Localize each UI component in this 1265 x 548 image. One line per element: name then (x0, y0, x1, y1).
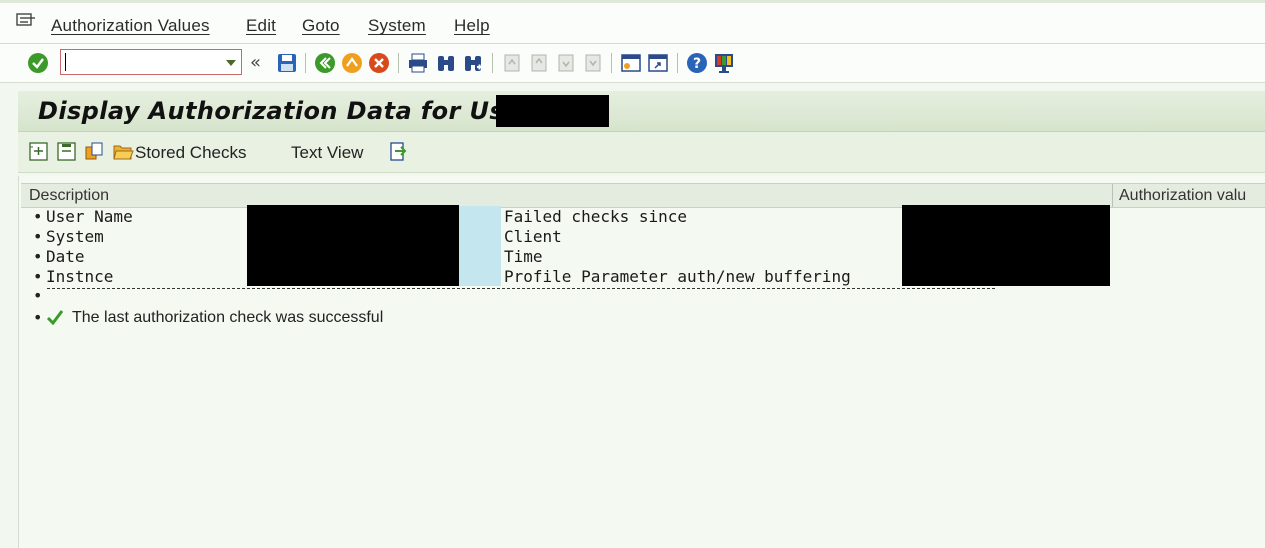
menu-authorization-values[interactable]: Authorization Values (51, 16, 210, 36)
toolbar-separator (677, 53, 678, 73)
exit-icon[interactable] (341, 52, 363, 74)
toolbar-separator (398, 53, 399, 73)
redacted-values-right (902, 205, 1110, 286)
title-bar: Display Authorization Data for User (18, 91, 1265, 132)
bullet: • (33, 227, 43, 246)
customize-layout-icon[interactable] (713, 52, 735, 74)
menu-system[interactable]: System (368, 16, 426, 36)
export-icon[interactable] (388, 141, 409, 162)
save-icon[interactable] (276, 52, 298, 74)
menu-edit[interactable]: Edit (246, 16, 276, 36)
application-toolbar: Stored Checks Text View (18, 132, 1265, 173)
redacted-user-id (496, 95, 609, 127)
label-date: Date (46, 247, 85, 266)
highlight-strip (459, 206, 501, 286)
last-page-icon (585, 54, 601, 72)
toolbar-separator (492, 53, 493, 73)
expand-all-icon[interactable] (28, 141, 49, 162)
command-field[interactable] (60, 49, 242, 75)
folder-open-icon[interactable] (113, 141, 134, 162)
label-time: Time (504, 247, 543, 266)
previous-page-icon (531, 54, 547, 72)
toolbar-separator (611, 53, 612, 73)
menu-icon[interactable] (16, 13, 36, 29)
text-caret (65, 53, 66, 71)
status-message: The last authorization check was success… (72, 309, 384, 326)
authorization-value-column-header[interactable]: Authorization valu (1119, 187, 1246, 205)
menu-goto[interactable]: Goto (302, 16, 340, 36)
next-page-icon (558, 54, 574, 72)
command-input[interactable] (65, 52, 215, 72)
find-icon[interactable] (435, 52, 457, 74)
print-icon[interactable] (407, 52, 429, 74)
bullet: • (33, 267, 43, 286)
find-next-icon[interactable] (462, 52, 484, 74)
text-view-button[interactable]: Text View (291, 143, 363, 163)
collapse-all-icon[interactable] (56, 141, 77, 162)
bullet: • (33, 247, 43, 266)
svg-text:?: ? (693, 56, 701, 72)
content-area: Description Authorization valu • User Na… (18, 176, 1265, 548)
help-icon[interactable]: ? (686, 52, 708, 74)
create-session-icon[interactable] (620, 52, 642, 74)
column-divider[interactable] (1112, 184, 1113, 207)
shortcut-icon[interactable] (647, 52, 669, 74)
menu-help[interactable]: Help (454, 16, 490, 36)
label-instance: Instnce (46, 267, 114, 286)
first-page-icon (504, 54, 520, 72)
copy-icon[interactable] (84, 141, 105, 162)
label-client: Client (504, 227, 562, 246)
redacted-values-left (247, 205, 459, 286)
bullet: • (33, 207, 43, 226)
toolbar-separator (305, 53, 306, 73)
enter-check-icon[interactable] (27, 52, 49, 74)
stored-checks-button[interactable]: Stored Checks (135, 143, 247, 163)
label-failed-checks-since: Failed checks since (504, 207, 688, 226)
label-user-name: User Name (46, 207, 133, 226)
cancel-icon[interactable] (368, 52, 390, 74)
collapse-toolbar-button[interactable]: « (250, 52, 261, 73)
menu-bar: Authorization Values Edit Goto System He… (0, 3, 1265, 44)
description-column-header[interactable]: Description (29, 187, 109, 205)
page-title: Display Authorization Data for User (38, 97, 534, 125)
check-mark-icon (46, 310, 64, 325)
bullet: • (33, 308, 43, 327)
bullet: • (33, 286, 43, 305)
label-profile-parameter: Profile Parameter auth/new buffering (504, 267, 851, 286)
label-system: System (46, 227, 104, 246)
chevron-down-icon[interactable] (226, 60, 236, 66)
back-icon[interactable] (314, 52, 336, 74)
separator-line (47, 288, 995, 289)
system-toolbar: « ? (0, 44, 1265, 83)
